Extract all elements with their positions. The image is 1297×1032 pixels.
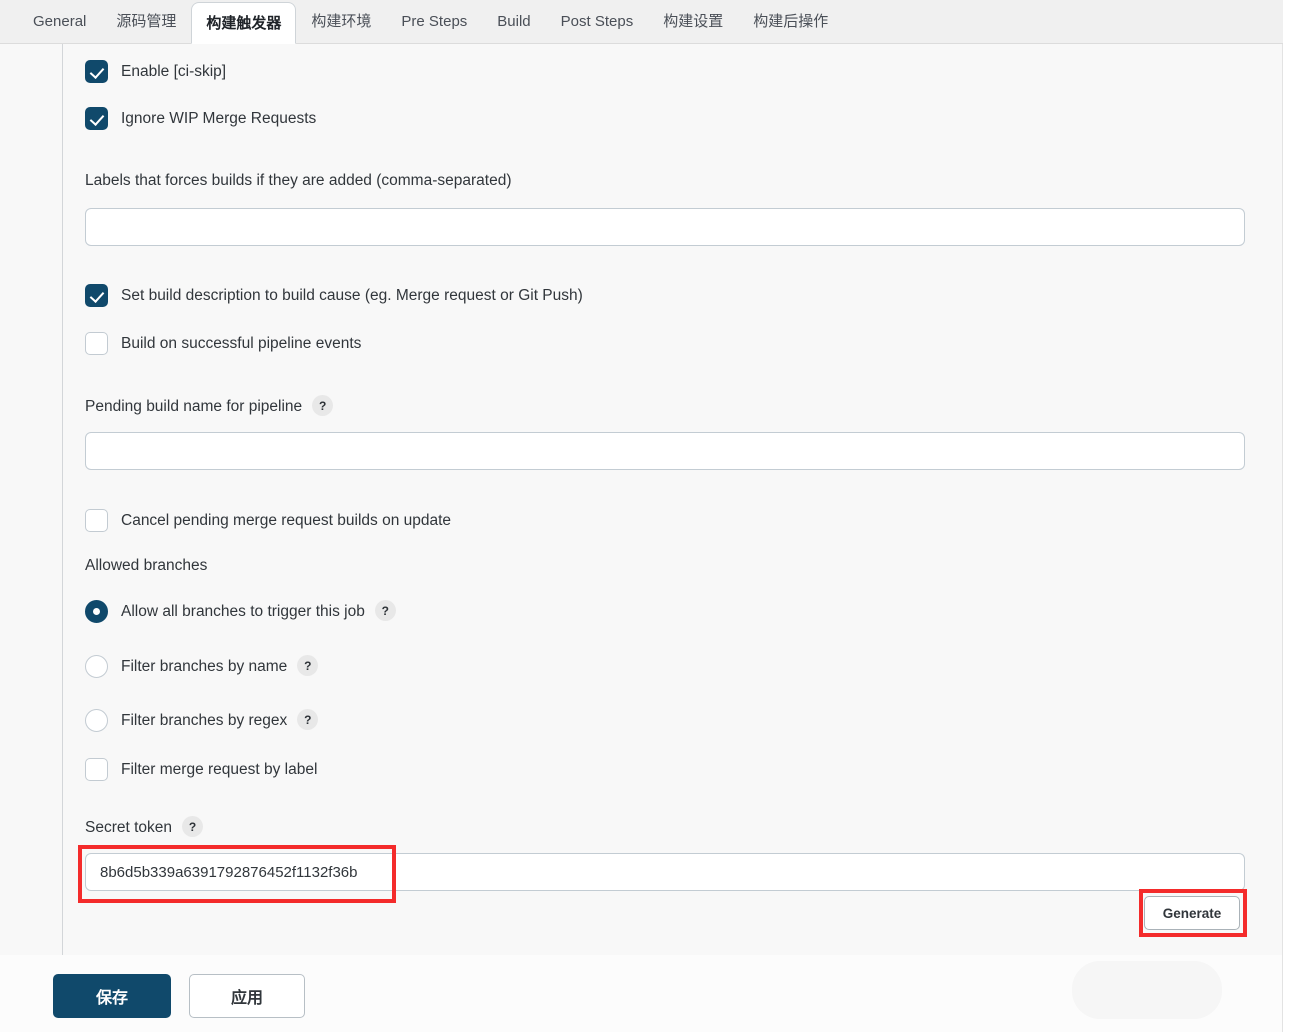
- tab-scm[interactable]: 源码管理: [101, 0, 191, 43]
- pending-build-name-label-text: Pending build name for pipeline: [85, 397, 303, 415]
- section-divider: [62, 44, 63, 955]
- decorative-blob: [1072, 961, 1222, 1019]
- allowed-branches-heading: Allowed branches: [85, 557, 207, 575]
- tab-build-env[interactable]: 构建环境: [296, 0, 386, 43]
- build-on-pipeline-checkbox[interactable]: [85, 332, 108, 355]
- generate-token-button[interactable]: Generate: [1144, 896, 1240, 930]
- pending-build-name-input[interactable]: [85, 432, 1245, 470]
- build-on-pipeline-label: Build on successful pipeline events: [121, 334, 362, 352]
- tab-pre-steps[interactable]: Pre Steps: [386, 0, 482, 43]
- enable-ci-skip-checkbox[interactable]: [85, 60, 108, 83]
- secret-token-input[interactable]: [85, 853, 1245, 891]
- radio-filter-by-regex-row[interactable]: Filter branches by regex ?: [85, 709, 319, 732]
- labels-input[interactable]: [85, 208, 1245, 246]
- set-build-description-row[interactable]: Set build description to build cause (eg…: [85, 284, 583, 307]
- radio-allow-all-branches[interactable]: [85, 600, 108, 623]
- tab-build-triggers[interactable]: 构建触发器: [191, 2, 297, 44]
- help-icon-allow-all-branches[interactable]: ?: [374, 600, 396, 621]
- build-on-pipeline-row[interactable]: Build on successful pipeline events: [85, 332, 361, 355]
- enable-ci-skip-row[interactable]: Enable [ci-skip]: [85, 60, 226, 83]
- set-build-description-checkbox[interactable]: [85, 284, 108, 307]
- ignore-wip-label: Ignore WIP Merge Requests: [121, 109, 317, 127]
- enable-ci-skip-label: Enable [ci-skip]: [121, 62, 227, 80]
- help-icon-pending-build-name[interactable]: ?: [312, 395, 334, 416]
- tab-general[interactable]: General: [18, 0, 101, 43]
- radio-filter-by-name-row[interactable]: Filter branches by name ?: [85, 655, 319, 678]
- filter-mr-by-label-checkbox[interactable]: [85, 758, 108, 781]
- tab-post-actions[interactable]: 构建后操作: [738, 0, 843, 43]
- radio-allow-all-branches-row[interactable]: Allow all branches to trigger this job ?: [85, 600, 396, 623]
- radio-filter-by-name-label: Filter branches by name: [121, 657, 288, 675]
- radio-filter-by-regex[interactable]: [85, 709, 108, 732]
- radio-filter-by-regex-label: Filter branches by regex: [121, 711, 288, 729]
- labels-field-label: Labels that forces builds if they are ad…: [85, 172, 511, 190]
- save-button[interactable]: 保存: [53, 974, 171, 1018]
- tab-build[interactable]: Build: [482, 0, 545, 43]
- labels-field-label-text: Labels that forces builds if they are ad…: [85, 172, 512, 189]
- jenkins-job-config-page: General 源码管理 构建触发器 构建环境 Pre Steps Build …: [0, 0, 1297, 1032]
- radio-filter-by-name[interactable]: [85, 655, 108, 678]
- radio-allow-all-branches-label: Allow all branches to trigger this job: [121, 602, 365, 620]
- help-icon-filter-by-regex[interactable]: ?: [297, 709, 319, 730]
- tab-build-settings[interactable]: 构建设置: [648, 0, 738, 43]
- cancel-pending-checkbox[interactable]: [85, 509, 108, 532]
- ignore-wip-row[interactable]: Ignore WIP Merge Requests: [85, 107, 316, 130]
- allowed-branches-heading-text: Allowed branches: [85, 557, 208, 574]
- secret-token-label-text: Secret token: [85, 818, 173, 836]
- help-icon-secret-token[interactable]: ?: [182, 816, 204, 837]
- pending-build-name-label: Pending build name for pipeline ?: [85, 395, 334, 417]
- apply-button[interactable]: 应用: [189, 974, 305, 1018]
- tab-post-steps[interactable]: Post Steps: [546, 0, 649, 43]
- config-form-panel: Enable [ci-skip] Ignore WIP Merge Reques…: [0, 44, 1283, 955]
- cancel-pending-label: Cancel pending merge request builds on u…: [121, 511, 452, 529]
- ignore-wip-checkbox[interactable]: [85, 107, 108, 130]
- cancel-pending-row[interactable]: Cancel pending merge request builds on u…: [85, 509, 451, 532]
- set-build-description-label: Set build description to build cause (eg…: [121, 286, 583, 304]
- config-tab-bar: General 源码管理 构建触发器 构建环境 Pre Steps Build …: [0, 0, 1283, 44]
- help-icon-filter-by-name[interactable]: ?: [297, 655, 319, 676]
- secret-token-label: Secret token ?: [85, 816, 204, 838]
- filter-mr-by-label-row[interactable]: Filter merge request by label: [85, 758, 317, 781]
- filter-mr-by-label-label: Filter merge request by label: [121, 760, 318, 778]
